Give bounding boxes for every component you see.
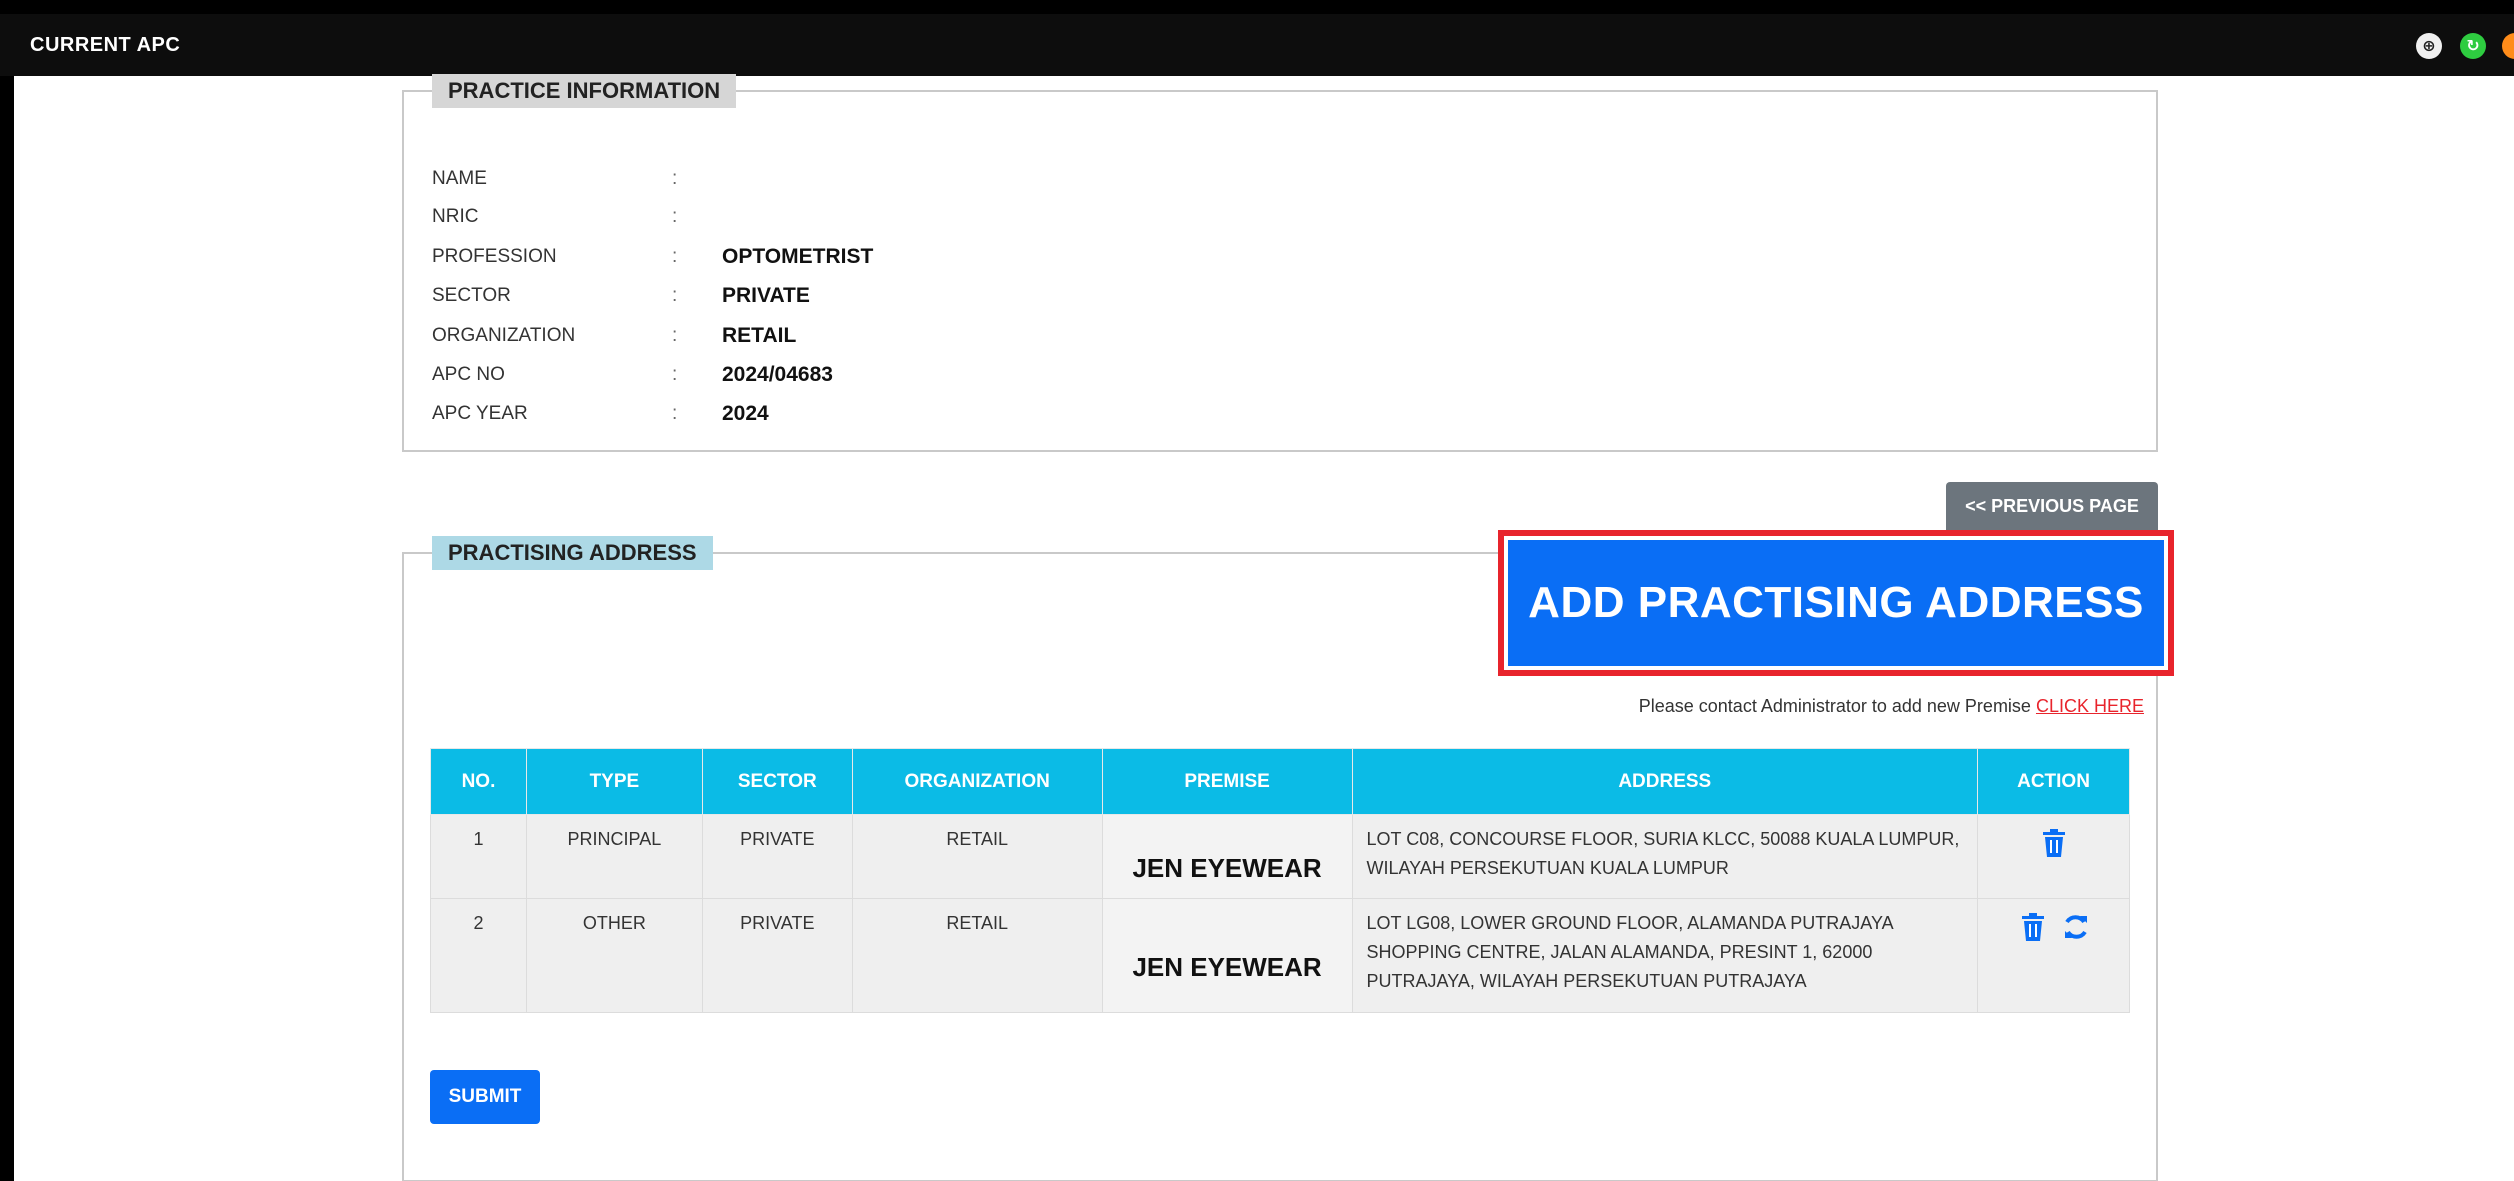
cell-sector: PRIVATE [701,814,853,899]
trash-icon[interactable] [2020,913,2046,941]
cell-no: 2 [430,898,527,1013]
info-row-profession: PROFESSION : OPTOMETRIST [432,242,873,272]
col-header-type: TYPE [525,748,703,815]
add-practising-address-button[interactable]: ADD PRACTISING ADDRESS [1508,540,2164,666]
practising-address-table: NO. TYPE SECTOR ORGANIZATION PREMISE ADD… [430,748,2130,1013]
cell-type: OTHER [525,898,703,1013]
info-colon: : [672,168,678,189]
info-value: OPTOMETRIST [722,245,874,268]
info-colon: : [672,364,678,385]
info-colon: : [672,246,678,267]
cell-premise: JEN EYEWEAR [1101,814,1353,899]
info-value: 2024 [722,402,769,425]
info-value: 2024/04683 [722,363,833,386]
trash-icon[interactable] [2041,829,2067,857]
col-header-no: NO. [430,748,527,815]
info-label: NRIC [432,206,479,227]
info-colon: : [672,285,678,306]
info-label: NAME [432,168,487,189]
cell-type: PRINCIPAL [525,814,703,899]
col-header-premise: PREMISE [1101,748,1353,815]
page-content: PRACTICE INFORMATION NAME : NRIC : PROFE… [14,74,2514,1181]
cell-sector: PRIVATE [701,898,853,1013]
info-row-sector: SECTOR : PRIVATE [432,281,810,311]
practising-address-legend: PRACTISING ADDRESS [432,536,713,570]
submit-button[interactable]: SUBMIT [430,1070,540,1124]
info-colon: : [672,325,678,346]
info-value: RETAIL [722,324,797,347]
cell-actions [1977,898,2130,1013]
info-row-organization: ORGANIZATION : RETAIL [432,321,796,351]
info-row-nric: NRIC : [432,202,722,232]
col-header-sector: SECTOR [701,748,853,815]
info-label: SECTOR [432,285,511,306]
table-header-row: NO. TYPE SECTOR ORGANIZATION PREMISE ADD… [430,748,2130,815]
table-row: 1 PRINCIPAL PRIVATE RETAIL JEN EYEWEAR L… [430,814,2130,899]
info-colon: : [672,206,678,227]
col-header-address: ADDRESS [1351,748,1979,815]
cell-actions [1977,814,2130,899]
previous-page-button[interactable]: << PREVIOUS PAGE [1946,482,2158,530]
info-colon: : [672,403,678,424]
minimize-icon[interactable] [2502,33,2514,59]
cell-no: 1 [430,814,527,899]
table-row: 2 OTHER PRIVATE RETAIL JEN EYEWEAR LOT L… [430,898,2130,1013]
window-titlebar: CURRENT APC ⊕ ↻ [0,14,2514,76]
col-header-organization: ORGANIZATION [851,748,1103,815]
practice-information-legend: PRACTICE INFORMATION [432,74,737,108]
refresh-icon[interactable] [2062,913,2088,941]
info-row-apc-no: APC NO : 2024/04683 [432,360,833,390]
contact-admin-note: Please contact Administrator to add new … [1014,696,2144,717]
refresh-window-icon[interactable]: ↻ [2460,33,2486,59]
cell-address: LOT LG08, LOWER GROUND FLOOR, ALAMANDA P… [1351,898,1979,1013]
contact-note-text: Please contact Administrator to add new … [1638,696,2031,716]
cell-organization: RETAIL [851,814,1103,899]
info-value: PRIVATE [722,284,810,307]
cell-address: LOT C08, CONCOURSE FLOOR, SURIA KLCC, 50… [1351,814,1979,899]
add-address-highlight: ADD PRACTISING ADDRESS [1498,530,2174,676]
click-here-link[interactable]: CLICK HERE [2036,696,2144,716]
info-label: APC NO [432,364,505,385]
info-label: APC YEAR [432,403,528,424]
info-row-name: NAME : [432,164,722,194]
info-label: ORGANIZATION [432,325,576,346]
window-title: CURRENT APC [30,34,181,56]
info-row-apc-year: APC YEAR : 2024 [432,399,769,429]
settings-icon[interactable]: ⊕ [2416,33,2442,59]
info-label: PROFESSION [432,246,557,267]
practice-information-panel: PRACTICE INFORMATION NAME : NRIC : PROFE… [402,74,2158,452]
cell-organization: RETAIL [851,898,1103,1013]
col-header-action: ACTION [1977,748,2130,815]
cell-premise: JEN EYEWEAR [1101,898,1353,1013]
